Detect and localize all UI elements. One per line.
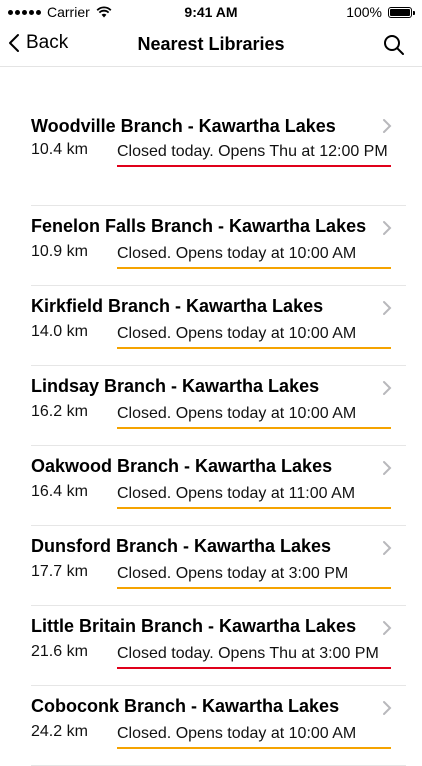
list-item[interactable]: Oakwood Branch - Kawartha Lakes 16.4 km … — [31, 446, 406, 526]
library-name: Oakwood Branch - Kawartha Lakes — [31, 456, 333, 476]
chevron-right-icon — [383, 221, 392, 235]
search-icon[interactable] — [382, 33, 406, 57]
library-name: Coboconk Branch - Kawartha Lakes — [31, 696, 340, 716]
chevron-right-icon — [383, 381, 392, 395]
library-distance: 21.6 km — [31, 643, 88, 660]
library-distance: 24.2 km — [31, 723, 88, 740]
library-distance: 16.2 km — [31, 403, 88, 420]
library-hours: Closed today. Opens Thu at 12:00 PM — [117, 141, 391, 167]
library-name: Fenelon Falls Branch - Kawartha Lakes — [31, 216, 367, 236]
library-name: Dunsford Branch - Kawartha Lakes — [31, 536, 332, 556]
library-hours: Closed. Opens today at 10:00 AM — [117, 323, 391, 349]
library-hours: Closed today. Opens Thu at 3:00 PM — [117, 643, 391, 669]
list-item[interactable]: Coboconk Branch - Kawartha Lakes 24.2 km… — [31, 686, 406, 766]
library-hours: Closed. Opens today at 3:00 PM — [117, 563, 391, 589]
library-distance: 16.4 km — [31, 483, 88, 500]
library-name: Woodville Branch - Kawartha Lakes — [31, 116, 336, 136]
library-distance: 10.9 km — [31, 243, 88, 260]
status-bar: Carrier 9:41 AM 100% — [0, 0, 422, 24]
chevron-right-icon — [383, 541, 392, 555]
library-distance: 17.7 km — [31, 563, 88, 580]
library-hours: Closed. Opens today at 10:00 AM — [117, 243, 391, 269]
list-item[interactable]: Little Britain Branch - Kawartha Lakes 2… — [31, 606, 406, 686]
list-item[interactable]: Dunsford Branch - Kawartha Lakes 17.7 km… — [31, 526, 406, 606]
battery-icon — [388, 6, 415, 18]
navigation-bar: Back Nearest Libraries — [0, 24, 422, 67]
library-hours: Closed. Opens today at 10:00 AM — [117, 723, 391, 749]
chevron-right-icon — [383, 701, 392, 715]
library-hours: Closed. Opens today at 10:00 AM — [117, 403, 391, 429]
library-list: Woodville Branch - Kawartha Lakes 10.4 k… — [0, 104, 422, 766]
library-distance: 10.4 km — [31, 141, 88, 158]
list-item[interactable]: Fenelon Falls Branch - Kawartha Lakes 10… — [31, 206, 406, 286]
chevron-right-icon — [383, 119, 392, 133]
library-name: Little Britain Branch - Kawartha Lakes — [31, 616, 357, 636]
library-hours: Closed. Opens today at 11:00 AM — [117, 483, 391, 509]
list-item[interactable]: Kirkfield Branch - Kawartha Lakes 14.0 k… — [31, 286, 406, 366]
page-title: Nearest Libraries — [137, 34, 285, 54]
status-right: 100% — [346, 4, 415, 20]
library-name: Lindsay Branch - Kawartha Lakes — [31, 376, 320, 396]
list-item[interactable]: Woodville Branch - Kawartha Lakes 10.4 k… — [31, 104, 406, 206]
chevron-right-icon — [383, 621, 392, 635]
list-item[interactable]: Lindsay Branch - Kawartha Lakes 16.2 km … — [31, 366, 406, 446]
chevron-right-icon — [383, 301, 392, 315]
battery-percent: 100% — [346, 4, 382, 20]
chevron-right-icon — [383, 461, 392, 475]
library-distance: 14.0 km — [31, 323, 88, 340]
library-name: Kirkfield Branch - Kawartha Lakes — [31, 296, 324, 316]
